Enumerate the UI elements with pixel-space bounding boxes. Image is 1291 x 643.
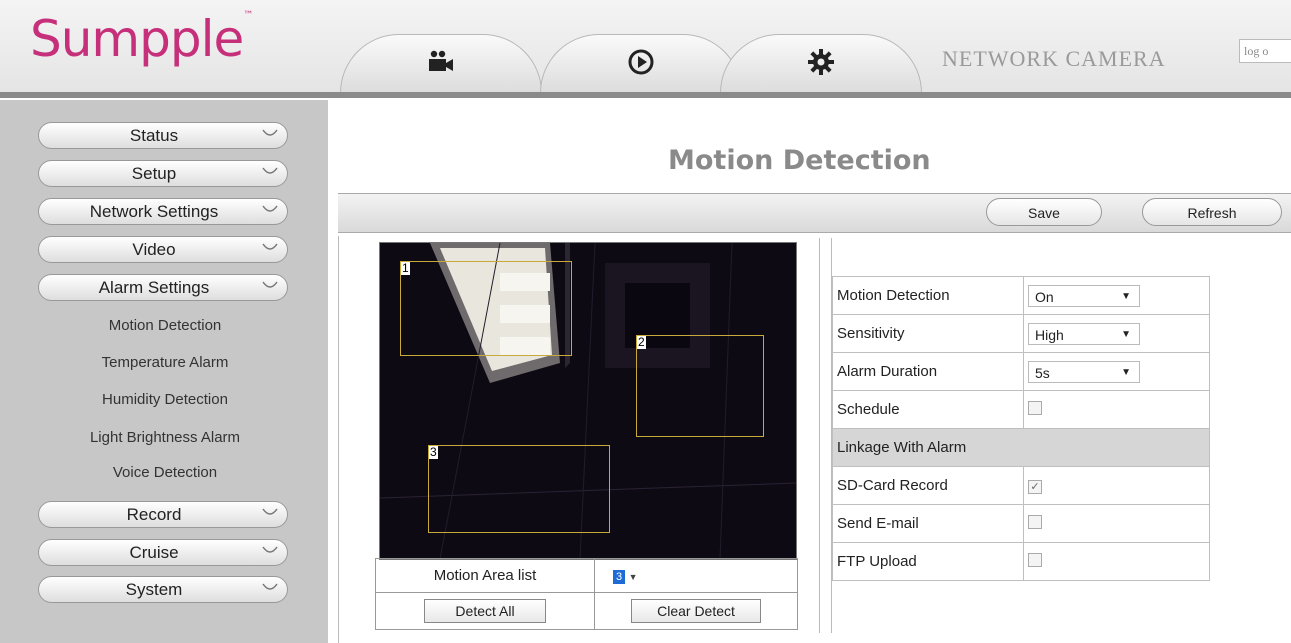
motion-area-label: 2 (637, 335, 646, 349)
select-value: High (1035, 326, 1064, 343)
motion-detection-label: Motion Detection (832, 276, 1024, 315)
tab-live-video[interactable] (340, 34, 542, 93)
motion-area-2[interactable]: 2 (636, 335, 764, 437)
sidebar-item-label: Alarm Settings (98, 278, 210, 297)
select-value: 5s (1035, 364, 1050, 381)
sidebar-item-label: Status (129, 126, 179, 145)
sidebar-item-label: Record (126, 505, 182, 524)
play-icon (626, 47, 656, 82)
clear-detect-button[interactable]: Clear Detect (631, 599, 761, 623)
dropdown-arrow-icon: ▼ (1121, 290, 1131, 302)
sidebar-item-setup[interactable]: Setup (38, 160, 288, 187)
send-email-label: Send E-mail (832, 504, 1024, 543)
sidebar-item-alarm-settings[interactable]: Alarm Settings (38, 274, 288, 301)
motion-area-label: 1 (401, 261, 410, 275)
motion-area-selected-value: 3 (613, 570, 625, 584)
chevron-down-icon (262, 129, 278, 136)
dropdown-arrow-icon: ▼ (628, 572, 638, 582)
alarm-duration-label: Alarm Duration (832, 352, 1024, 391)
sidebar: Status Setup Network Settings Video Alar… (0, 100, 328, 643)
sidebar-item-record[interactable]: Record (38, 501, 288, 528)
sensitivity-select[interactable]: High ▼ (1028, 322, 1140, 345)
motion-area-label: 3 (429, 445, 438, 459)
toolbar: Save Refresh (338, 193, 1291, 233)
sidebar-item-label: Cruise (129, 543, 179, 562)
alarm-duration-select[interactable]: 5s ▼ (1028, 360, 1140, 383)
sidebar-item-label: Video (132, 240, 176, 259)
ftp-upload-label: FTP Upload (832, 542, 1024, 581)
sidebar-item-status[interactable]: Status (38, 122, 288, 149)
send-email-checkbox[interactable] (1028, 514, 1042, 529)
gear-icon (806, 47, 836, 82)
page-title: Motion Detection (668, 145, 931, 176)
sidebar-item-video[interactable]: Video (38, 236, 288, 263)
linkage-section-header: Linkage With Alarm (832, 428, 1210, 467)
motion-area-controls: Motion Area list 3 ▼ Detect All Clear De… (375, 558, 798, 630)
sidebar-item-network-settings[interactable]: Network Settings (38, 198, 288, 225)
sidebar-item-label: System (125, 580, 183, 599)
chevron-down-icon (262, 546, 278, 553)
schedule-label: Schedule (832, 390, 1024, 429)
sidebar-subitem-humidity-detection[interactable]: Humidity Detection (0, 391, 330, 408)
refresh-button[interactable]: Refresh (1142, 198, 1282, 226)
video-camera-icon (426, 47, 456, 82)
motion-area-1[interactable]: 1 (400, 261, 572, 356)
sidebar-item-label: Setup (131, 164, 177, 183)
logo: Sumpple™ (30, 10, 253, 68)
sensitivity-label: Sensitivity (832, 314, 1024, 353)
chevron-down-icon (262, 281, 278, 288)
sidebar-subitem-light-brightness-alarm[interactable]: Light Brightness Alarm (0, 429, 330, 446)
motion-area-select[interactable]: 3 ▼ (613, 568, 638, 584)
schedule-checkbox[interactable] (1028, 400, 1042, 415)
dropdown-arrow-icon: ▼ (1121, 366, 1131, 378)
sidebar-subitem-voice-detection[interactable]: Voice Detection (0, 464, 330, 481)
motion-area-list-label: Motion Area list (433, 567, 537, 584)
detect-all-button[interactable]: Detect All (424, 599, 546, 623)
brand-title: NETWORK CAMERA (942, 46, 1166, 71)
column-divider (819, 238, 820, 633)
sidebar-item-system[interactable]: System (38, 576, 288, 603)
chevron-down-icon (262, 583, 278, 590)
tab-settings[interactable] (720, 34, 922, 93)
motion-area-3[interactable]: 3 (428, 445, 610, 533)
sd-card-record-label: SD-Card Record (832, 466, 1024, 505)
motion-settings-table: Motion Detection On ▼ Sensitivity High ▼… (832, 276, 1210, 581)
chevron-down-icon (262, 243, 278, 250)
sidebar-item-label: Network Settings (89, 202, 219, 221)
header-bar: Sumpple™ NETWORK CAMERA log o (0, 0, 1291, 96)
chevron-down-icon (262, 167, 278, 174)
tab-playback[interactable] (540, 34, 742, 93)
header-divider (0, 92, 1291, 98)
sidebar-item-cruise[interactable]: Cruise (38, 539, 288, 566)
sd-card-record-checkbox[interactable]: ✓ (1028, 480, 1042, 494)
select-value: On (1035, 288, 1054, 305)
camera-preview[interactable]: 1 2 3 (379, 242, 797, 560)
chevron-down-icon (262, 205, 278, 212)
ftp-upload-checkbox[interactable] (1028, 552, 1042, 567)
sidebar-subitem-temperature-alarm[interactable]: Temperature Alarm (0, 354, 330, 371)
logout-link[interactable]: log o (1239, 39, 1291, 63)
motion-detection-select[interactable]: On ▼ (1028, 284, 1140, 307)
sidebar-subitem-motion-detection[interactable]: Motion Detection (0, 317, 330, 334)
chevron-down-icon (262, 508, 278, 515)
save-button[interactable]: Save (986, 198, 1102, 226)
dropdown-arrow-icon: ▼ (1121, 328, 1131, 340)
